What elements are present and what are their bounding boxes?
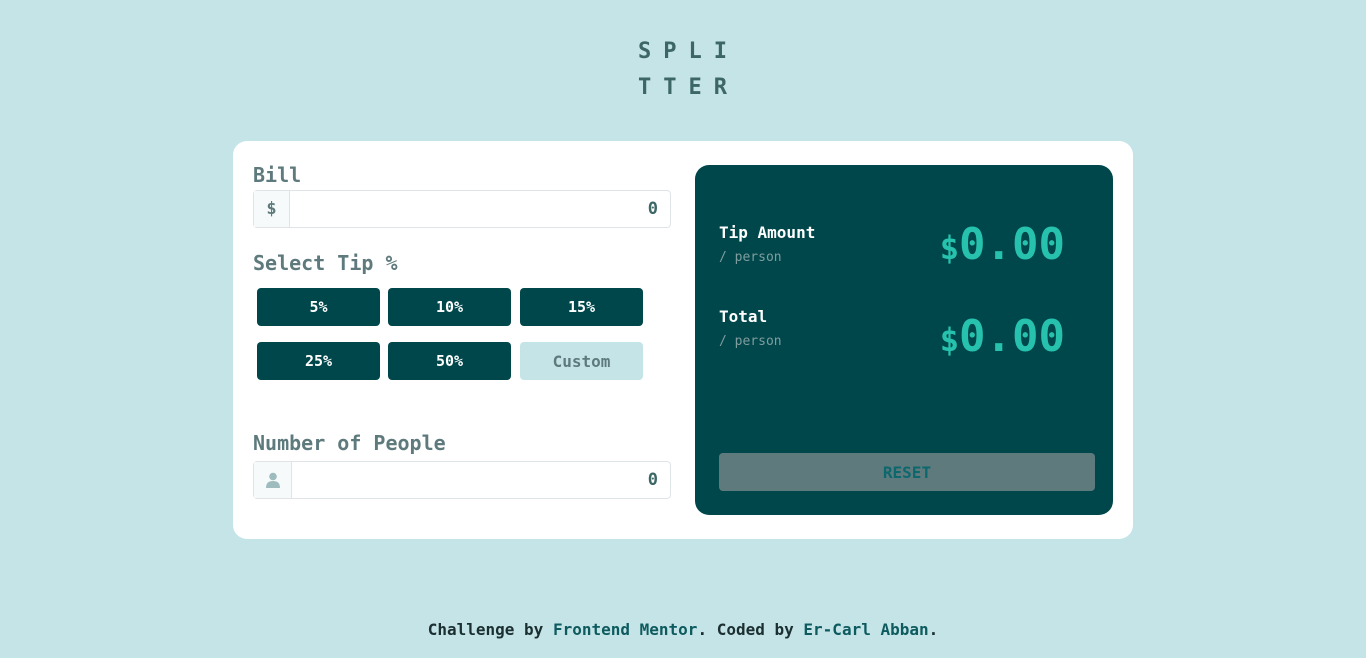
people-input[interactable] [292,462,670,498]
total-per-person: / person [719,334,782,349]
people-input-group [253,461,671,499]
reset-button[interactable]: RESET [719,453,1095,491]
tip-amount-per-person: / person [719,250,782,265]
bill-input-group: $ [253,190,671,228]
tip-5-button[interactable]: 5% [257,288,380,326]
total-title: Total [719,307,768,326]
total-value: $ 0.00 [940,311,1065,362]
tip-amount-currency: $ [939,229,960,267]
person-icon [254,462,292,498]
tip-amount-value: $ 0.00 [940,219,1065,270]
tip-label: Select Tip % [253,251,398,275]
tip-amount-title: Tip Amount [719,223,816,242]
people-label: Number of People [253,431,446,455]
calculator-card: Bill $ Select Tip % 5% 10% 15% 25% 50% C… [233,141,1133,539]
logo-line-2: TTER [638,75,739,100]
attribution-footer: Challenge by Frontend Mentor. Coded by E… [0,620,1366,639]
result-panel: Tip Amount / person $ 0.00 Total / perso… [695,165,1113,515]
footer-prefix: Challenge by [427,620,553,639]
total-number: 0.00 [959,311,1065,362]
tip-50-button[interactable]: 50% [388,342,511,380]
bill-input[interactable] [290,191,670,227]
author-link[interactable]: Er-Carl Abban [803,620,928,639]
tip-10-button[interactable]: 10% [388,288,511,326]
tip-custom-input[interactable]: Custom [520,342,643,380]
tip-amount-number: 0.00 [959,219,1065,270]
app-logo: SPLI TTER [638,34,738,106]
dollar-icon: $ [254,191,290,227]
footer-middle: . Coded by [697,620,804,639]
logo-line-1: SPLI [638,39,739,64]
tip-15-button[interactable]: 15% [520,288,643,326]
tip-25-button[interactable]: 25% [257,342,380,380]
bill-label: Bill [253,163,302,187]
total-currency: $ [939,321,960,359]
footer-suffix: . [928,620,939,639]
frontend-mentor-link[interactable]: Frontend Mentor [553,620,698,639]
